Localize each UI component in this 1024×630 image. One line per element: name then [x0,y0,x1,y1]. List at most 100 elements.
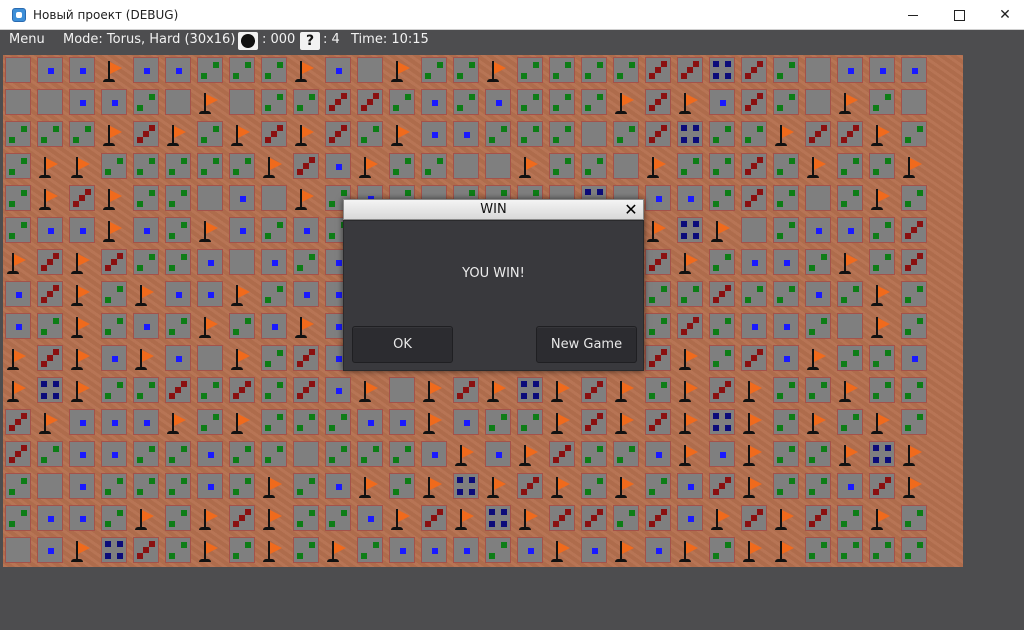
board-cell-1[interactable] [133,57,159,83]
board-cell-2[interactable] [229,57,255,83]
board-cell-flagged[interactable] [421,377,447,403]
board-cell-2[interactable] [357,441,383,467]
board-cell-flagged[interactable] [517,441,543,467]
board-cell-2[interactable] [741,281,767,307]
board-cell-2[interactable] [133,89,159,115]
board-cell-2[interactable] [389,89,415,115]
board-cell-1[interactable] [741,313,767,339]
board-cell-2[interactable] [165,249,191,275]
board-cell-1[interactable] [517,537,543,563]
board-cell-2[interactable] [165,537,191,563]
board-cell-2[interactable] [261,441,287,467]
board-cell-flagged[interactable] [261,537,287,563]
board-cell-flagged[interactable] [741,377,767,403]
board-cell-3[interactable] [453,377,479,403]
board-cell-2[interactable] [645,313,671,339]
board-cell-4[interactable] [37,377,63,403]
board-cell-1[interactable] [197,441,223,467]
board-cell-flagged[interactable] [805,409,831,435]
board-cell-2[interactable] [869,89,895,115]
board-cell-2[interactable] [773,217,799,243]
board-cell-2[interactable] [613,441,639,467]
board-cell-2[interactable] [581,57,607,83]
board-cell-2[interactable] [773,153,799,179]
board-cell-empty[interactable] [837,313,863,339]
board-cell-flagged[interactable] [197,537,223,563]
board-cell-flagged[interactable] [741,441,767,467]
board-cell-flagged[interactable] [69,537,95,563]
board-cell-2[interactable] [101,473,127,499]
board-cell-1[interactable] [69,217,95,243]
board-cell-2[interactable] [837,409,863,435]
board-cell-empty[interactable] [805,57,831,83]
board-cell-1[interactable] [5,313,31,339]
board-cell-1[interactable] [677,505,703,531]
board-cell-1[interactable] [325,377,351,403]
board-cell-3[interactable] [677,313,703,339]
board-cell-flagged[interactable] [101,185,127,211]
board-cell-flagged[interactable] [773,121,799,147]
board-cell-1[interactable] [69,89,95,115]
board-cell-1[interactable] [101,345,127,371]
board-cell-1[interactable] [101,409,127,435]
board-cell-flagged[interactable] [773,537,799,563]
board-cell-empty[interactable] [229,89,255,115]
board-cell-flagged[interactable] [165,121,191,147]
board-cell-empty[interactable] [5,57,31,83]
board-cell-1[interactable] [901,345,927,371]
board-cell-1[interactable] [485,89,511,115]
board-cell-2[interactable] [837,281,863,307]
board-cell-1[interactable] [325,473,351,499]
board-cell-2[interactable] [325,505,351,531]
board-cell-2[interactable] [133,441,159,467]
board-cell-flagged[interactable] [5,249,31,275]
board-cell-2[interactable] [421,57,447,83]
board-cell-2[interactable] [293,537,319,563]
board-cell-3[interactable] [645,505,671,531]
board-cell-1[interactable] [133,313,159,339]
board-cell-2[interactable] [869,345,895,371]
board-cell-2[interactable] [5,185,31,211]
board-cell-3[interactable] [293,345,319,371]
board-cell-flagged[interactable] [37,409,63,435]
board-cell-3[interactable] [645,249,671,275]
board-cell-2[interactable] [901,377,927,403]
board-cell-3[interactable] [709,377,735,403]
board-cell-2[interactable] [261,89,287,115]
board-cell-1[interactable] [69,57,95,83]
board-cell-flagged[interactable] [357,473,383,499]
board-cell-flagged[interactable] [901,473,927,499]
board-cell-4[interactable] [709,57,735,83]
board-cell-2[interactable] [581,473,607,499]
board-cell-1[interactable] [357,409,383,435]
board-cell-flagged[interactable] [677,377,703,403]
board-cell-4[interactable] [517,377,543,403]
board-cell-1[interactable] [741,249,767,275]
board-cell-flagged[interactable] [773,505,799,531]
board-cell-1[interactable] [325,153,351,179]
board-cell-flagged[interactable] [677,409,703,435]
board-cell-1[interactable] [805,281,831,307]
board-cell-flagged[interactable] [741,537,767,563]
board-cell-3[interactable] [293,153,319,179]
board-cell-1[interactable] [165,281,191,307]
board-cell-2[interactable] [773,89,799,115]
board-cell-1[interactable] [229,217,255,243]
board-cell-2[interactable] [229,441,255,467]
board-cell-flagged[interactable] [613,473,639,499]
board-cell-flagged[interactable] [613,537,639,563]
board-cell-2[interactable] [805,537,831,563]
board-cell-flagged[interactable] [5,377,31,403]
board-cell-flagged[interactable] [645,217,671,243]
board-cell-empty[interactable] [613,153,639,179]
board-cell-2[interactable] [869,537,895,563]
board-cell-3[interactable] [293,377,319,403]
board-cell-1[interactable] [101,89,127,115]
board-cell-2[interactable] [101,377,127,403]
board-cell-2[interactable] [165,313,191,339]
board-cell-3[interactable] [325,121,351,147]
board-cell-3[interactable] [5,441,31,467]
board-cell-2[interactable] [325,441,351,467]
board-cell-1[interactable] [645,185,671,211]
board-cell-flagged[interactable] [101,57,127,83]
